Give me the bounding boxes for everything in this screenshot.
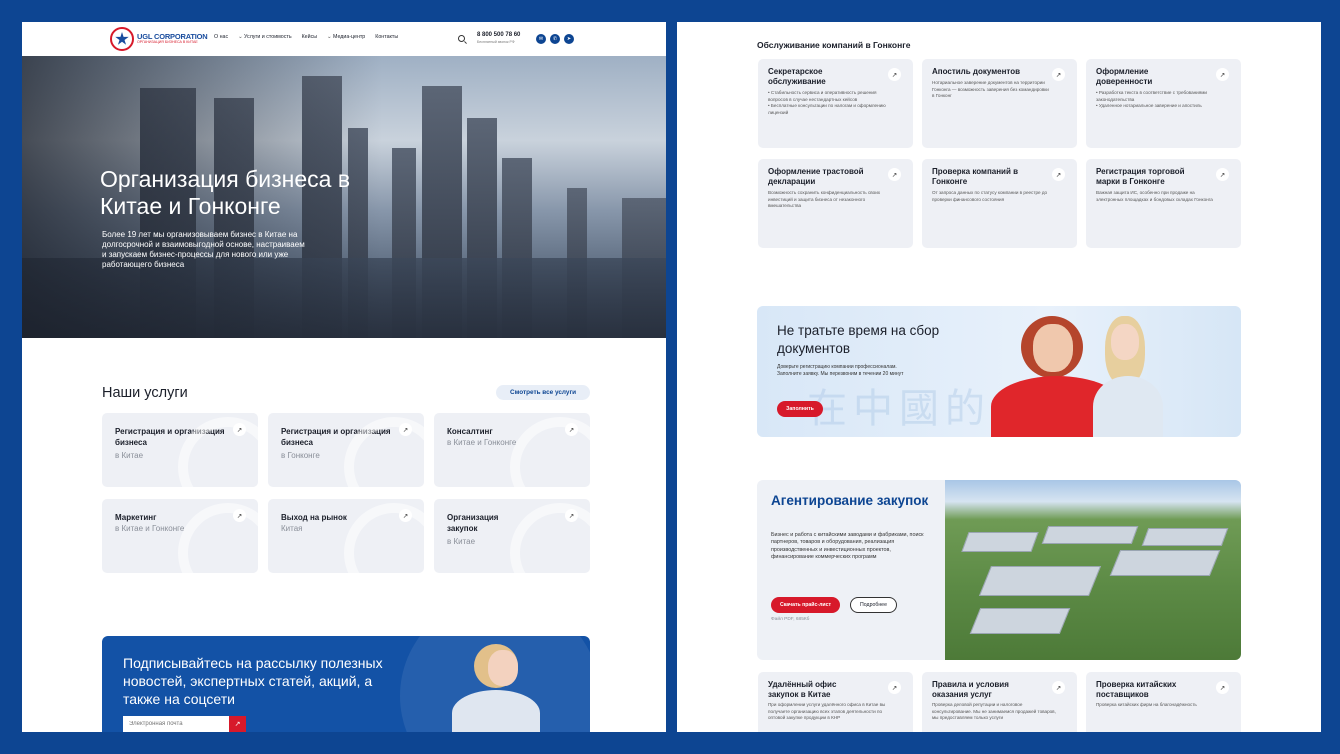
arrow-icon: ↗ xyxy=(565,509,578,522)
search-icon[interactable] xyxy=(458,35,465,42)
promo-banner: 在中國的 識 Не тратьте время на сбор документ… xyxy=(757,306,1241,437)
file-info: Файл PDF, 685Кб xyxy=(771,617,810,622)
hero-text: Более 19 лет мы организовываем бизнес в … xyxy=(102,230,305,269)
logo[interactable]: UGL CORPORATION ОРГАНИЗАЦИЯ БИЗНЕСА В КИ… xyxy=(110,26,208,52)
service-card[interactable]: Выход на рынок Китая ↗ xyxy=(268,499,424,573)
telegram-icon[interactable]: ➤ xyxy=(564,34,574,44)
star-logo-icon xyxy=(110,27,134,51)
whatsapp-icon[interactable]: ✆ xyxy=(550,34,560,44)
all-services-button[interactable]: Смотреть все услуги xyxy=(496,385,590,400)
promo-title: Не тратьте время на сбор документов xyxy=(777,323,940,356)
procurement-title: Агентирование закупок xyxy=(771,493,929,508)
procurement-card[interactable]: Проверка китайских поставщиков Проверка … xyxy=(1086,672,1241,732)
arrow-icon: ↗ xyxy=(1052,168,1065,181)
landing-page-left: UGL CORPORATION ОРГАНИЗАЦИЯ БИЗНЕСА В КИ… xyxy=(22,22,666,732)
service-card[interactable]: Регистрация и организация бизнеса в Кита… xyxy=(102,413,258,487)
hk-services-title: Обслуживание компаний в Гонконге xyxy=(757,40,911,50)
hk-service-card[interactable]: Апостиль документов Нотариальное заверен… xyxy=(922,59,1077,148)
fill-form-button[interactable]: Заполнить xyxy=(777,401,823,417)
logo-sub: ОРГАНИЗАЦИЯ БИЗНЕСА В КИТАЕ xyxy=(137,40,198,45)
hk-service-card[interactable]: Оформление трастовой декларации Возможно… xyxy=(758,159,913,248)
nav-services[interactable]: Услуги и стоимость xyxy=(238,34,292,40)
site-header: UGL CORPORATION ОРГАНИЗАЦИЯ БИЗНЕСА В КИ… xyxy=(22,22,666,56)
promo-text: Доверьте регистрацию компании профессион… xyxy=(777,364,904,377)
procurement-card[interactable]: Правила и условия оказания услуг Проверк… xyxy=(922,672,1077,732)
email-icon[interactable]: ✉ xyxy=(536,34,546,44)
subscribe-title: Подписывайтесь на рассылку полезных ново… xyxy=(123,655,383,707)
download-price-button[interactable]: Скачать прайс-лист xyxy=(771,597,840,613)
arrow-icon: ↗ xyxy=(888,68,901,81)
procurement-text: Бизнес и работа с китайскими заводами и … xyxy=(771,532,924,561)
nav-contacts[interactable]: Контакты xyxy=(375,34,398,40)
nav-cases[interactable]: Кейсы xyxy=(302,34,317,40)
subscribe-banner: Подписывайтесь на рассылку полезных ново… xyxy=(102,636,590,732)
nav-media[interactable]: Медиа-центр xyxy=(327,34,365,40)
hero-banner: Организация бизнеса в Китае и Гонконге Б… xyxy=(22,56,666,338)
arrow-icon: ↗ xyxy=(233,509,246,522)
service-card[interactable]: Консалтинг в Китае и Гонконге ↗ xyxy=(434,413,590,487)
landing-page-right: Обслуживание компаний в Гонконге Секрета… xyxy=(677,22,1321,732)
arrow-icon: ↗ xyxy=(1216,68,1229,81)
warehouse-photo xyxy=(945,480,1241,660)
service-card[interactable]: Регистрация и организация бизнеса в Гонк… xyxy=(268,413,424,487)
arrow-icon: ↗ xyxy=(565,423,578,436)
arrow-icon: ↗ xyxy=(399,423,412,436)
procurement-banner: Агентирование закупок Бизнес и работа с … xyxy=(757,480,1241,660)
email-input[interactable] xyxy=(123,716,229,732)
arrow-icon: ↗ xyxy=(1052,68,1065,81)
nav-about[interactable]: О нас xyxy=(214,34,228,40)
arrow-icon: ↗ xyxy=(1216,681,1229,694)
arrow-icon: ↗ xyxy=(888,681,901,694)
arrow-icon: ↗ xyxy=(888,168,901,181)
phone-caption: Бесплатный звонок РФ xyxy=(477,40,515,44)
hero-title: Организация бизнеса в Китае и Гонконге xyxy=(100,166,351,219)
more-button[interactable]: Подробнее xyxy=(850,597,897,613)
logo-name: UGL CORPORATION xyxy=(137,31,208,41)
hk-service-card[interactable]: Проверка компаний в Гонконге От запроса … xyxy=(922,159,1077,248)
arrow-icon: ↗ xyxy=(1216,168,1229,181)
service-card[interactable]: Организация закупок в Китае ↗ xyxy=(434,499,590,573)
main-nav: О нас Услуги и стоимость Кейсы Медиа-цен… xyxy=(214,34,398,40)
procurement-card[interactable]: Удалённый офис закупок в Китае При оформ… xyxy=(758,672,913,732)
hk-service-card[interactable]: Секретарское обслуживание • Стабильность… xyxy=(758,59,913,148)
arrow-icon: ↗ xyxy=(399,509,412,522)
arrow-icon: ↗ xyxy=(233,423,246,436)
arrow-icon: ↗ xyxy=(1052,681,1065,694)
phone-number[interactable]: 8 800 500 78 60 xyxy=(477,32,520,38)
services-title: Наши услуги xyxy=(102,385,188,401)
hk-service-card[interactable]: Оформление доверенности • Разработка тек… xyxy=(1086,59,1241,148)
subscribe-button[interactable]: ↗ xyxy=(229,716,246,732)
service-card[interactable]: Маркетинг в Китае и Гонконге ↗ xyxy=(102,499,258,573)
hk-service-card[interactable]: Регистрация торговой марки в Гонконге Ва… xyxy=(1086,159,1241,248)
